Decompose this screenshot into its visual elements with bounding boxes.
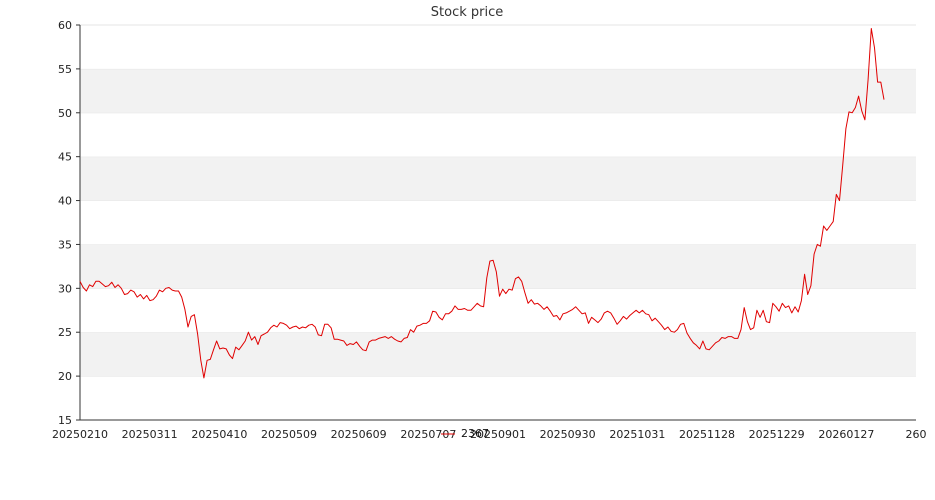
x-tick-label: 20251128 xyxy=(679,428,735,441)
legend-label: 2367 xyxy=(461,427,489,440)
x-tick-label: 20250311 xyxy=(122,428,178,441)
x-tick-label: 20250210 xyxy=(52,428,108,441)
x-tick-label: 20260127 xyxy=(818,428,874,441)
grid-band xyxy=(80,112,916,157)
y-tick-label: 20 xyxy=(58,370,72,383)
y-tick-label: 55 xyxy=(58,63,72,76)
line-chart: 15202530354045505560 20250210 20250311 202… xyxy=(52,5,927,441)
y-tick-label: 45 xyxy=(58,151,72,164)
y-tick-label: 40 xyxy=(58,195,72,208)
y-tick-label: 60 xyxy=(58,19,72,32)
y-tick-label: 35 xyxy=(58,238,72,251)
chart-container: 15 20 25 30 35 40 45 50 55 60 20250210 20250311 202… xyxy=(0,0,935,500)
y-tick-label: 50 xyxy=(58,107,72,120)
x-tick-label: 20250410 xyxy=(191,428,247,441)
x-tick-label: 20251229 xyxy=(749,428,805,441)
x-tick-label: 20251031 xyxy=(609,428,665,441)
grid-band xyxy=(80,68,916,113)
x-tick-label: 20250930 xyxy=(540,428,596,441)
grid-band xyxy=(80,376,916,420)
y-tick-label: 30 xyxy=(58,282,72,295)
y-axis-ticks: 15 20 25 30 35 40 45 50 55 60 xyxy=(58,19,80,427)
grid-band xyxy=(80,200,916,245)
y-tick-label: 15 xyxy=(58,414,72,427)
x-tick-label: 260 xyxy=(906,428,927,441)
x-tick-label: 20250609 xyxy=(331,428,387,441)
grid-band xyxy=(80,25,916,69)
grid-band xyxy=(80,156,916,201)
chart-title: Stock price xyxy=(431,5,503,20)
x-axis-ticks: 20250210 20250311 20250410 20250509 20250609… xyxy=(52,428,927,441)
y-tick-label: 25 xyxy=(58,326,72,339)
x-tick-label: 20250509 xyxy=(261,428,317,441)
grid-bands xyxy=(80,24,916,420)
